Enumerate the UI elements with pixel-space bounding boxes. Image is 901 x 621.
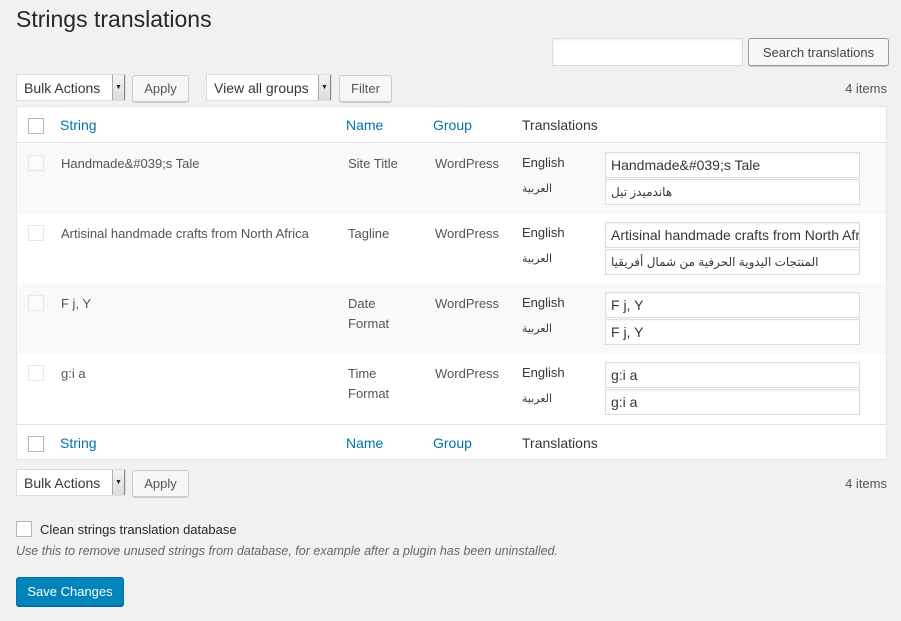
string-name: Date Format [348,296,390,331]
string-name: Site Title [348,156,398,171]
translation-input-arabic[interactable]: المنتجات اليدوية الحرفية من شمال أفريقيا [605,249,860,275]
apply-button-top[interactable]: Apply [132,75,189,102]
dropdown-arrow-icon: ▼ [112,470,125,495]
string-name: Time Format [348,366,390,401]
row-checkbox[interactable] [28,365,44,381]
select-all-checkbox-footer[interactable] [28,436,44,452]
translation-input-arabic[interactable]: F j, Y [605,319,860,345]
string-group: WordPress [435,226,500,241]
table-row: F j, Y Date Format WordPress English F j… [17,284,886,354]
translation-input-english[interactable]: Artisinal handmade crafts from North Afr… [605,222,860,248]
column-group-sort[interactable]: Group [433,435,472,451]
page-title: Strings translations [16,6,212,32]
bulk-actions-label: Bulk Actions [24,79,101,96]
language-label: العربية [522,253,553,265]
language-label: العربية [522,393,553,405]
language-label: العربية [522,323,553,335]
translation-input-english[interactable]: F j, Y [605,292,860,318]
translation-input-arabic[interactable]: هاندميدز تيل [605,179,860,205]
string-group: WordPress [435,296,500,311]
row-checkbox[interactable] [28,295,44,311]
translation-value: هاندميدز تيل [611,185,673,199]
language-label: English [522,225,565,240]
table-row: g:i a Time Format WordPress English g:i … [17,354,886,424]
translation-input-english[interactable]: g:i a [605,362,860,388]
clean-database-option: Clean strings translation database [16,521,237,537]
clean-database-checkbox[interactable] [16,521,32,537]
string-group: WordPress [435,156,500,171]
dropdown-arrow-icon: ▼ [318,75,331,100]
translation-value: المنتجات اليدوية الحرفية من شمال أفريقيا [611,255,819,269]
row-checkbox[interactable] [28,225,44,241]
item-count-bottom: 4 items [845,476,887,491]
column-translations: Translations [522,117,598,133]
save-changes-button[interactable]: Save Changes [16,577,124,606]
column-string-sort[interactable]: String [60,117,97,133]
column-name-sort[interactable]: Name [346,435,383,451]
search-input[interactable] [552,38,743,66]
bulk-actions-select-top[interactable]: Bulk Actions ▼ [16,74,126,101]
table-row: Artisinal handmade crafts from North Afr… [17,214,886,284]
string-value: g:i a [61,366,86,381]
group-filter-label: View all groups [214,79,309,96]
bulk-actions-label: Bulk Actions [24,474,101,491]
column-string-sort[interactable]: String [60,435,97,451]
select-all-checkbox[interactable] [28,118,44,134]
language-label: English [522,295,565,310]
language-label: English [522,155,565,170]
table-footer: String Name Group Translations [17,424,886,460]
translation-input-arabic[interactable]: g:i a [605,389,860,415]
dropdown-arrow-icon: ▼ [112,75,125,100]
string-value: F j, Y [61,296,92,311]
language-label: العربية [522,183,553,195]
search-translations-button[interactable]: Search translations [748,38,889,66]
string-group: WordPress [435,366,500,381]
column-group-sort[interactable]: Group [433,117,472,133]
string-value: Artisinal handmade crafts from North Afr… [61,226,309,241]
string-value: Handmade&#039;s Tale [61,156,200,171]
string-name: Tagline [348,226,390,241]
column-name-sort[interactable]: Name [346,117,383,133]
table-row: Handmade&#039;s Tale Site Title WordPres… [17,144,886,214]
filter-button[interactable]: Filter [339,75,392,102]
apply-button-bottom[interactable]: Apply [132,470,189,497]
item-count-top: 4 items [845,81,887,96]
language-label: English [522,365,565,380]
column-translations: Translations [522,435,598,451]
table-header: String Name Group Translations [17,107,886,143]
strings-table: String Name Group Translations Handmade&… [16,106,887,460]
bulk-actions-select-bottom[interactable]: Bulk Actions ▼ [16,469,126,496]
clean-database-label[interactable]: Clean strings translation database [40,522,237,537]
group-filter-select[interactable]: View all groups ▼ [206,74,332,101]
clean-database-description: Use this to remove unused strings from d… [16,544,558,558]
translation-input-english[interactable]: Handmade&#039;s Tale [605,152,860,178]
row-checkbox[interactable] [28,155,44,171]
